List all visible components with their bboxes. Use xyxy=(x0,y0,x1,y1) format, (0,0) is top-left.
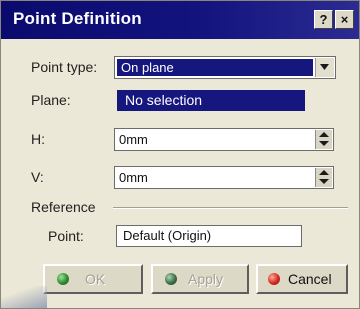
v-spin-buttons[interactable] xyxy=(315,168,332,187)
window-title: Point Definition xyxy=(13,9,142,28)
reference-group-label: Reference xyxy=(31,199,96,215)
spin-arrows-icon xyxy=(319,170,329,184)
spin-arrows-icon xyxy=(319,132,329,146)
reference-point-label: Point: xyxy=(48,228,84,244)
cancel-label: Cancel xyxy=(288,271,332,287)
v-label: V: xyxy=(31,169,44,185)
reference-point-field[interactable]: Default (Origin) xyxy=(116,225,302,247)
help-button[interactable]: ? xyxy=(314,10,333,29)
close-button[interactable]: × xyxy=(335,10,354,29)
title-bar[interactable]: Point Definition ? × xyxy=(1,1,359,39)
ok-button[interactable]: OK xyxy=(43,264,143,294)
h-label: H: xyxy=(31,131,45,147)
dropdown-arrow-button[interactable] xyxy=(315,58,334,77)
plane-label: Plane: xyxy=(31,92,71,108)
ok-status-dot-icon xyxy=(57,273,69,285)
v-input[interactable]: 0mm xyxy=(119,167,148,188)
ok-label: OK xyxy=(85,271,106,287)
point-type-label: Point type: xyxy=(31,59,98,75)
help-icon: ? xyxy=(319,12,328,27)
point-definition-dialog: Point Definition ? × Point type: On plan… xyxy=(0,0,360,309)
close-icon: × xyxy=(340,12,349,27)
point-type-selected-value: On plane xyxy=(117,59,313,76)
v-spinner[interactable]: 0mm xyxy=(114,166,334,189)
corner-shadow xyxy=(1,286,47,308)
apply-status-dot-icon xyxy=(165,273,177,285)
apply-button[interactable]: Apply xyxy=(151,264,249,294)
point-type-dropdown[interactable]: On plane xyxy=(114,56,336,79)
chevron-down-icon xyxy=(320,64,329,70)
h-spin-buttons[interactable] xyxy=(315,130,332,149)
cancel-status-dot-icon xyxy=(268,273,280,285)
plane-selection-field[interactable]: No selection xyxy=(117,90,305,111)
reference-group-divider xyxy=(113,207,348,209)
h-spinner[interactable]: 0mm xyxy=(114,128,334,151)
cancel-button[interactable]: Cancel xyxy=(256,264,348,294)
apply-label: Apply xyxy=(188,271,224,287)
h-input[interactable]: 0mm xyxy=(119,129,148,150)
